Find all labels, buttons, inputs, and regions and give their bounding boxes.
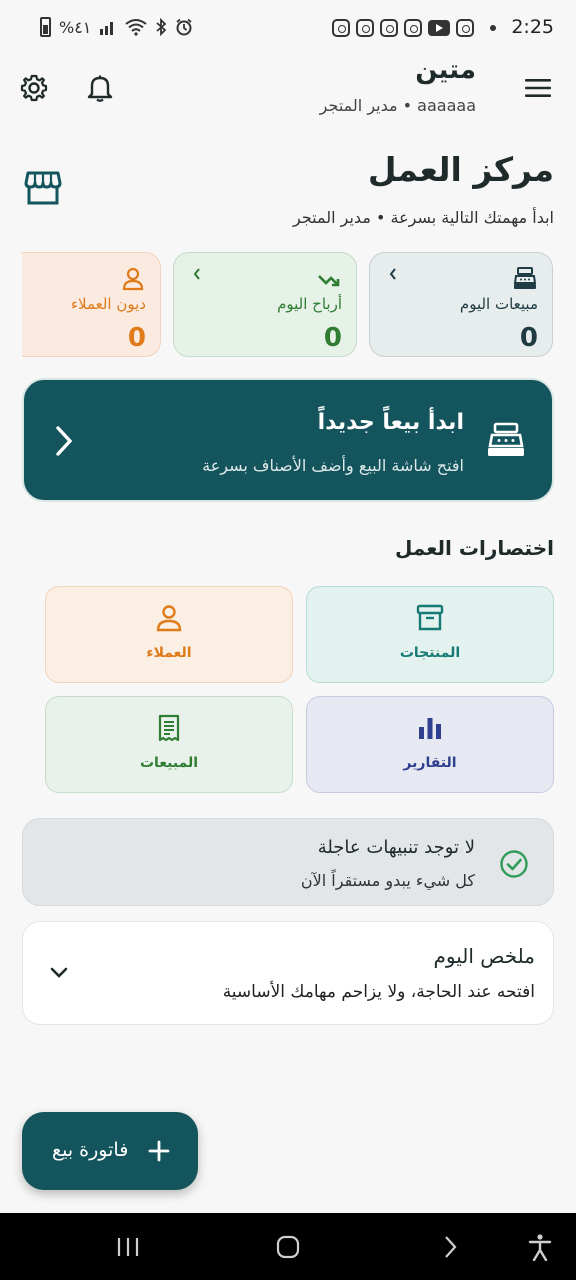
stat-card-sales[interactable]: مبيعات اليوم 0: [369, 252, 553, 357]
notification-dot-icon: [490, 25, 496, 31]
recents-button[interactable]: [108, 1231, 148, 1263]
shortcuts-title: اختصارات العمل: [395, 536, 554, 560]
status-time: 2:25: [511, 16, 554, 38]
instagram-icon: [380, 19, 398, 37]
person-icon: [122, 267, 144, 291]
chevron-left-icon: [193, 268, 200, 280]
instagram-icon: [456, 19, 474, 37]
stat-card-profit[interactable]: أرباح اليوم 0: [173, 252, 357, 357]
check-circle-icon: [500, 850, 528, 878]
tile-label: المنتجات: [399, 645, 461, 661]
store-icon: [24, 171, 62, 205]
home-icon: [276, 1235, 300, 1259]
alert-subtitle: كل شيء يبدو مستقراً الآن: [300, 871, 475, 890]
stat-value: 0: [519, 323, 538, 353]
stat-value: 0: [323, 323, 342, 353]
new-invoice-button[interactable]: فاتورة بيع: [22, 1112, 198, 1190]
instagram-icon: [404, 19, 422, 37]
stat-label: ديون العملاء: [70, 295, 146, 313]
menu-icon: [525, 79, 551, 97]
home-button[interactable]: [268, 1231, 308, 1263]
instagram-icon: [356, 19, 374, 37]
receipt-icon: [158, 714, 180, 742]
chevron-down-icon: [50, 967, 68, 978]
bluetooth-icon: [156, 18, 167, 36]
page-title: مركز العمل: [367, 150, 554, 189]
cash-register-icon: [513, 267, 537, 289]
bell-icon: [87, 75, 113, 102]
settings-button[interactable]: [14, 68, 54, 108]
notification-icons: [332, 19, 496, 37]
daily-summary-card[interactable]: ملخص اليوم افتحه عند الحاجة، ولا يزاحم م…: [22, 921, 554, 1025]
shortcut-customers[interactable]: العملاء: [45, 586, 293, 683]
summary-title: ملخص اليوم: [433, 944, 535, 968]
archive-icon: [416, 604, 444, 631]
youtube-icon: [428, 20, 450, 36]
summary-subtitle: افتحه عند الحاجة، ولا يزاحم مهامك الأساس…: [222, 982, 535, 1002]
back-icon: [445, 1236, 457, 1258]
battery-icon: [40, 17, 51, 37]
alarm-icon: [176, 18, 192, 36]
alert-title: لا توجد تنبيهات عاجلة: [317, 837, 475, 858]
stat-label: أرباح اليوم: [277, 295, 342, 313]
hero-title: ابدأ بيعاً جديداً: [317, 410, 464, 435]
alerts-card: لا توجد تنبيهات عاجلة كل شيء يبدو مستقرا…: [22, 818, 554, 906]
bar-chart-icon: [419, 718, 441, 739]
accessibility-icon: [528, 1234, 552, 1261]
gear-icon: [20, 74, 48, 102]
signal-icon: [100, 22, 114, 35]
plus-icon: [148, 1140, 170, 1162]
hero-subtitle: افتح شاشة البيع وأضف الأصناف بسرعة: [202, 456, 464, 475]
stat-card-debts[interactable]: ديون العملاء 0: [22, 252, 161, 357]
app-subtitle: aaaaaa • مدير المتجر: [319, 96, 476, 115]
tile-label: المبيعات: [139, 755, 199, 771]
instagram-icon: [332, 19, 350, 37]
chevron-left-icon: [389, 268, 396, 280]
chevron-left-icon: [56, 426, 73, 456]
person-icon: [156, 605, 182, 632]
wifi-icon: [125, 19, 148, 36]
start-sale-card[interactable]: ابدأ بيعاً جديداً افتح شاشة البيع وأضف ا…: [22, 378, 554, 502]
shortcut-reports[interactable]: التقارير: [306, 696, 554, 793]
status-bar: %٤١ 2:25: [0, 0, 576, 58]
system-nav-bar: [0, 1213, 576, 1280]
stats-row: مبيعات اليوم 0 أرباح اليوم 0 ديون العملا…: [22, 252, 554, 358]
app-title: متين: [415, 55, 476, 85]
menu-button[interactable]: [518, 68, 558, 108]
shortcut-sales[interactable]: المبيعات: [45, 696, 293, 793]
fab-label: فاتورة بيع: [52, 1139, 129, 1161]
accessibility-button[interactable]: [520, 1231, 560, 1263]
tile-label: العملاء: [146, 645, 192, 661]
trend-up-icon: [318, 275, 340, 287]
recents-icon: [117, 1238, 139, 1256]
status-left-icons: %٤١: [40, 17, 193, 37]
store-button[interactable]: [24, 170, 62, 206]
back-button[interactable]: [430, 1231, 470, 1263]
shortcut-products[interactable]: المنتجات: [306, 586, 554, 683]
notifications-button[interactable]: [80, 68, 120, 108]
cash-register-icon: [488, 422, 524, 456]
stat-label: مبيعات اليوم: [459, 295, 538, 313]
stat-value: 0: [127, 323, 146, 353]
battery-text: %٤١: [59, 17, 92, 37]
page-subtitle: ابدأ مهمتك التالية بسرعة • مدير المتجر: [293, 208, 554, 227]
tile-label: التقارير: [403, 755, 457, 771]
